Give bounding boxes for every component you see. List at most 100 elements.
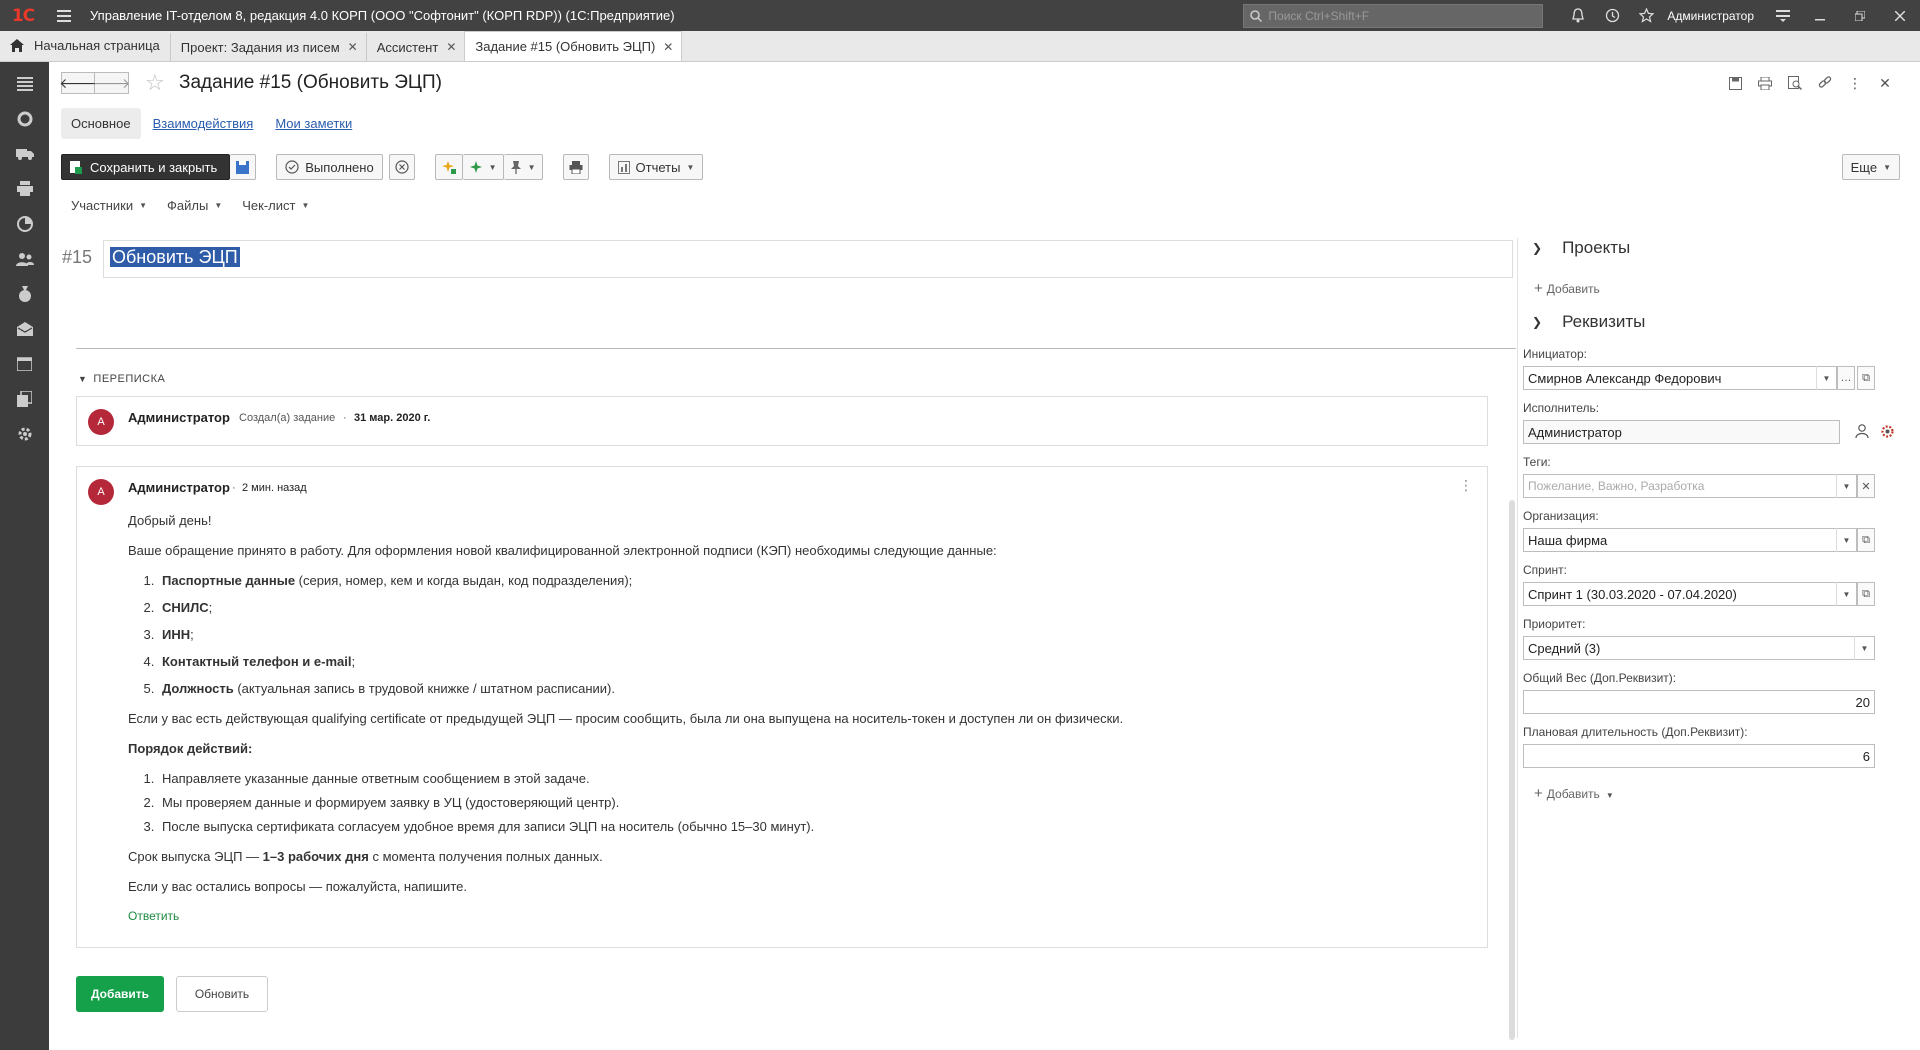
menu-files[interactable]: Файлы ▼ <box>157 194 232 217</box>
calendar-section-icon[interactable] <box>0 346 49 381</box>
favorite-star-icon[interactable]: ☆ <box>145 70 165 96</box>
open-icon[interactable]: ⧉ <box>1857 528 1875 552</box>
close-window-icon[interactable] <box>1880 0 1920 31</box>
clear-icon[interactable]: ✕ <box>1857 474 1875 498</box>
ellipsis-button[interactable]: … <box>1837 366 1855 390</box>
weight-label: Общий Вес (Доп.Реквизит): <box>1523 671 1677 685</box>
helpdesk-section-icon[interactable] <box>0 101 49 136</box>
dropdown-caret-icon[interactable]: ▼ <box>1836 474 1856 498</box>
initiator-field[interactable]: Смирнов Александр Федорович ▼ <box>1523 366 1837 390</box>
task-name-input[interactable]: Обновить ЭЦП <box>103 240 1513 278</box>
open-icon[interactable]: ⧉ <box>1857 366 1875 390</box>
mail-section-icon[interactable] <box>0 311 49 346</box>
priority-field[interactable]: Средний (3) ▼ <box>1523 636 1875 660</box>
app-title: Управление IT-отделом 8, редакция 4.0 КО… <box>90 8 675 23</box>
add-comment-button[interactable]: Добавить <box>76 976 164 1012</box>
link-icon[interactable] <box>1810 73 1840 93</box>
finance-section-icon[interactable] <box>0 276 49 311</box>
pin-menu-button[interactable]: ▼ <box>503 154 543 180</box>
close-tab-icon[interactable]: ✕ <box>348 40 358 54</box>
tab-task-15[interactable]: Задание #15 (Обновить ЭЦП) ✕ <box>464 31 683 61</box>
user-icon[interactable] <box>1855 424 1869 442</box>
message-note: Если у вас есть действующая qualifying c… <box>128 711 1124 726</box>
steps-list: Направляете указанные данные ответным со… <box>158 769 1468 836</box>
menu-participants[interactable]: Участники ▼ <box>61 194 157 217</box>
minimize-icon[interactable] <box>1800 0 1840 31</box>
save-close-button[interactable]: Сохранить и закрыть <box>61 154 231 180</box>
dropdown-caret-icon: ▼ <box>686 162 695 172</box>
delivery-section-icon[interactable] <box>0 136 49 171</box>
gear-section-icon[interactable] <box>0 416 49 451</box>
tab-home[interactable]: Начальная страница <box>0 30 170 61</box>
weight-field[interactable]: 20 <box>1523 690 1875 714</box>
documents-section-icon[interactable] <box>0 381 49 416</box>
print-button[interactable] <box>562 154 589 180</box>
create-based-on-button[interactable] <box>434 154 463 180</box>
close-tab-icon[interactable]: ✕ <box>663 40 673 54</box>
refresh-button[interactable]: Обновить <box>176 976 268 1012</box>
avatar: А <box>88 479 114 505</box>
close-tab-icon[interactable]: ✕ <box>446 40 456 54</box>
list-item: После выпуска сертификата согласуем удоб… <box>158 817 1468 836</box>
printer-section-icon[interactable] <box>0 171 49 206</box>
correspondence-header[interactable]: ▼ ПЕРЕПИСКА <box>78 373 165 385</box>
reply-link[interactable]: Ответить <box>128 907 1468 926</box>
projects-add-link[interactable]: + Добавить <box>1534 280 1600 297</box>
more-button[interactable]: Еще ▼ <box>1841 154 1900 180</box>
main-section-icon[interactable] <box>0 66 49 101</box>
dropdown-caret-icon[interactable]: ▼ <box>1816 366 1836 390</box>
users-section-icon[interactable] <box>0 241 49 276</box>
duration-field[interactable]: 6 <box>1523 744 1875 768</box>
more-vertical-icon[interactable]: ⋮ <box>1840 73 1870 93</box>
history-icon[interactable] <box>1595 0 1629 31</box>
generate-menu-button[interactable]: ▼ <box>462 154 504 180</box>
main-scrollbar[interactable] <box>1509 500 1515 1040</box>
cancel-task-button[interactable] <box>388 154 415 180</box>
props-add-link[interactable]: + Добавить ▼ <box>1534 785 1614 802</box>
dropdown-caret-icon[interactable]: ▼ <box>1854 636 1874 660</box>
search-input[interactable] <box>1268 8 1529 23</box>
save-disk-icon[interactable] <box>1720 73 1750 93</box>
done-button[interactable]: Выполнено <box>276 154 383 180</box>
tags-placeholder: Пожелание, Важно, Разработка <box>1528 479 1705 493</box>
restore-icon[interactable] <box>1840 0 1880 31</box>
save-button[interactable] <box>230 154 257 180</box>
org-field[interactable]: Наша фирма ▼ <box>1523 528 1857 552</box>
tab-label: Задание #15 (Обновить ЭЦП) <box>475 39 656 54</box>
executor-field[interactable]: Администратор <box>1523 420 1840 444</box>
menu-checklist[interactable]: Чек-лист ▼ <box>232 194 319 217</box>
list-item: Паспортные данные (серия, номер, кем и к… <box>158 571 1468 590</box>
check-circle-icon <box>285 160 299 174</box>
cancel-circle-icon <box>395 160 409 174</box>
current-user[interactable]: Администратор <box>1667 9 1754 23</box>
print-icon[interactable] <box>1750 73 1780 93</box>
forward-arrow-icon[interactable]: 🡒 <box>93 72 130 94</box>
global-search[interactable] <box>1243 3 1544 28</box>
props-section-header[interactable]: ❯ Реквизиты <box>1532 312 1645 332</box>
sprint-field[interactable]: Спринт 1 (30.03.2020 - 07.04.2020) ▼ <box>1523 582 1857 606</box>
tab-project[interactable]: Проект: Задания из писем ✕ <box>169 33 366 61</box>
projects-section-header[interactable]: ❯ Проекты <box>1532 238 1630 258</box>
dropdown-caret-icon[interactable]: ▼ <box>1836 528 1856 552</box>
gear-user-icon[interactable] <box>1880 424 1895 442</box>
open-icon[interactable]: ⧉ <box>1857 582 1875 606</box>
close-form-icon[interactable]: ✕ <box>1870 73 1900 93</box>
analytics-section-icon[interactable] <box>0 206 49 241</box>
preview-icon[interactable] <box>1780 73 1810 93</box>
settings-menu-icon[interactable] <box>1766 0 1800 31</box>
menu-label: Участники <box>71 198 134 213</box>
tags-field[interactable]: Пожелание, Важно, Разработка ▼ <box>1523 474 1857 498</box>
plus-icon: + <box>1534 785 1543 802</box>
main-menu-icon[interactable] <box>46 0 82 31</box>
dropdown-caret-icon[interactable]: ▼ <box>1836 582 1856 606</box>
back-arrow-icon[interactable]: 🡐 <box>59 72 97 94</box>
subtab-interactions[interactable]: Взаимодействия <box>143 108 264 139</box>
reports-button[interactable]: Отчеты ▼ <box>608 154 704 180</box>
tab-assistant[interactable]: Ассистент ✕ <box>365 33 465 61</box>
favorites-star-icon[interactable] <box>1629 0 1663 31</box>
subtab-notes[interactable]: Мои заметки <box>265 108 362 139</box>
subtab-main[interactable]: Основное <box>61 108 141 139</box>
message-menu-icon[interactable]: ⋮ <box>1459 477 1473 494</box>
list-item: Мы проверяем данные и формируем заявку в… <box>158 793 1468 812</box>
bell-icon[interactable] <box>1561 0 1595 31</box>
